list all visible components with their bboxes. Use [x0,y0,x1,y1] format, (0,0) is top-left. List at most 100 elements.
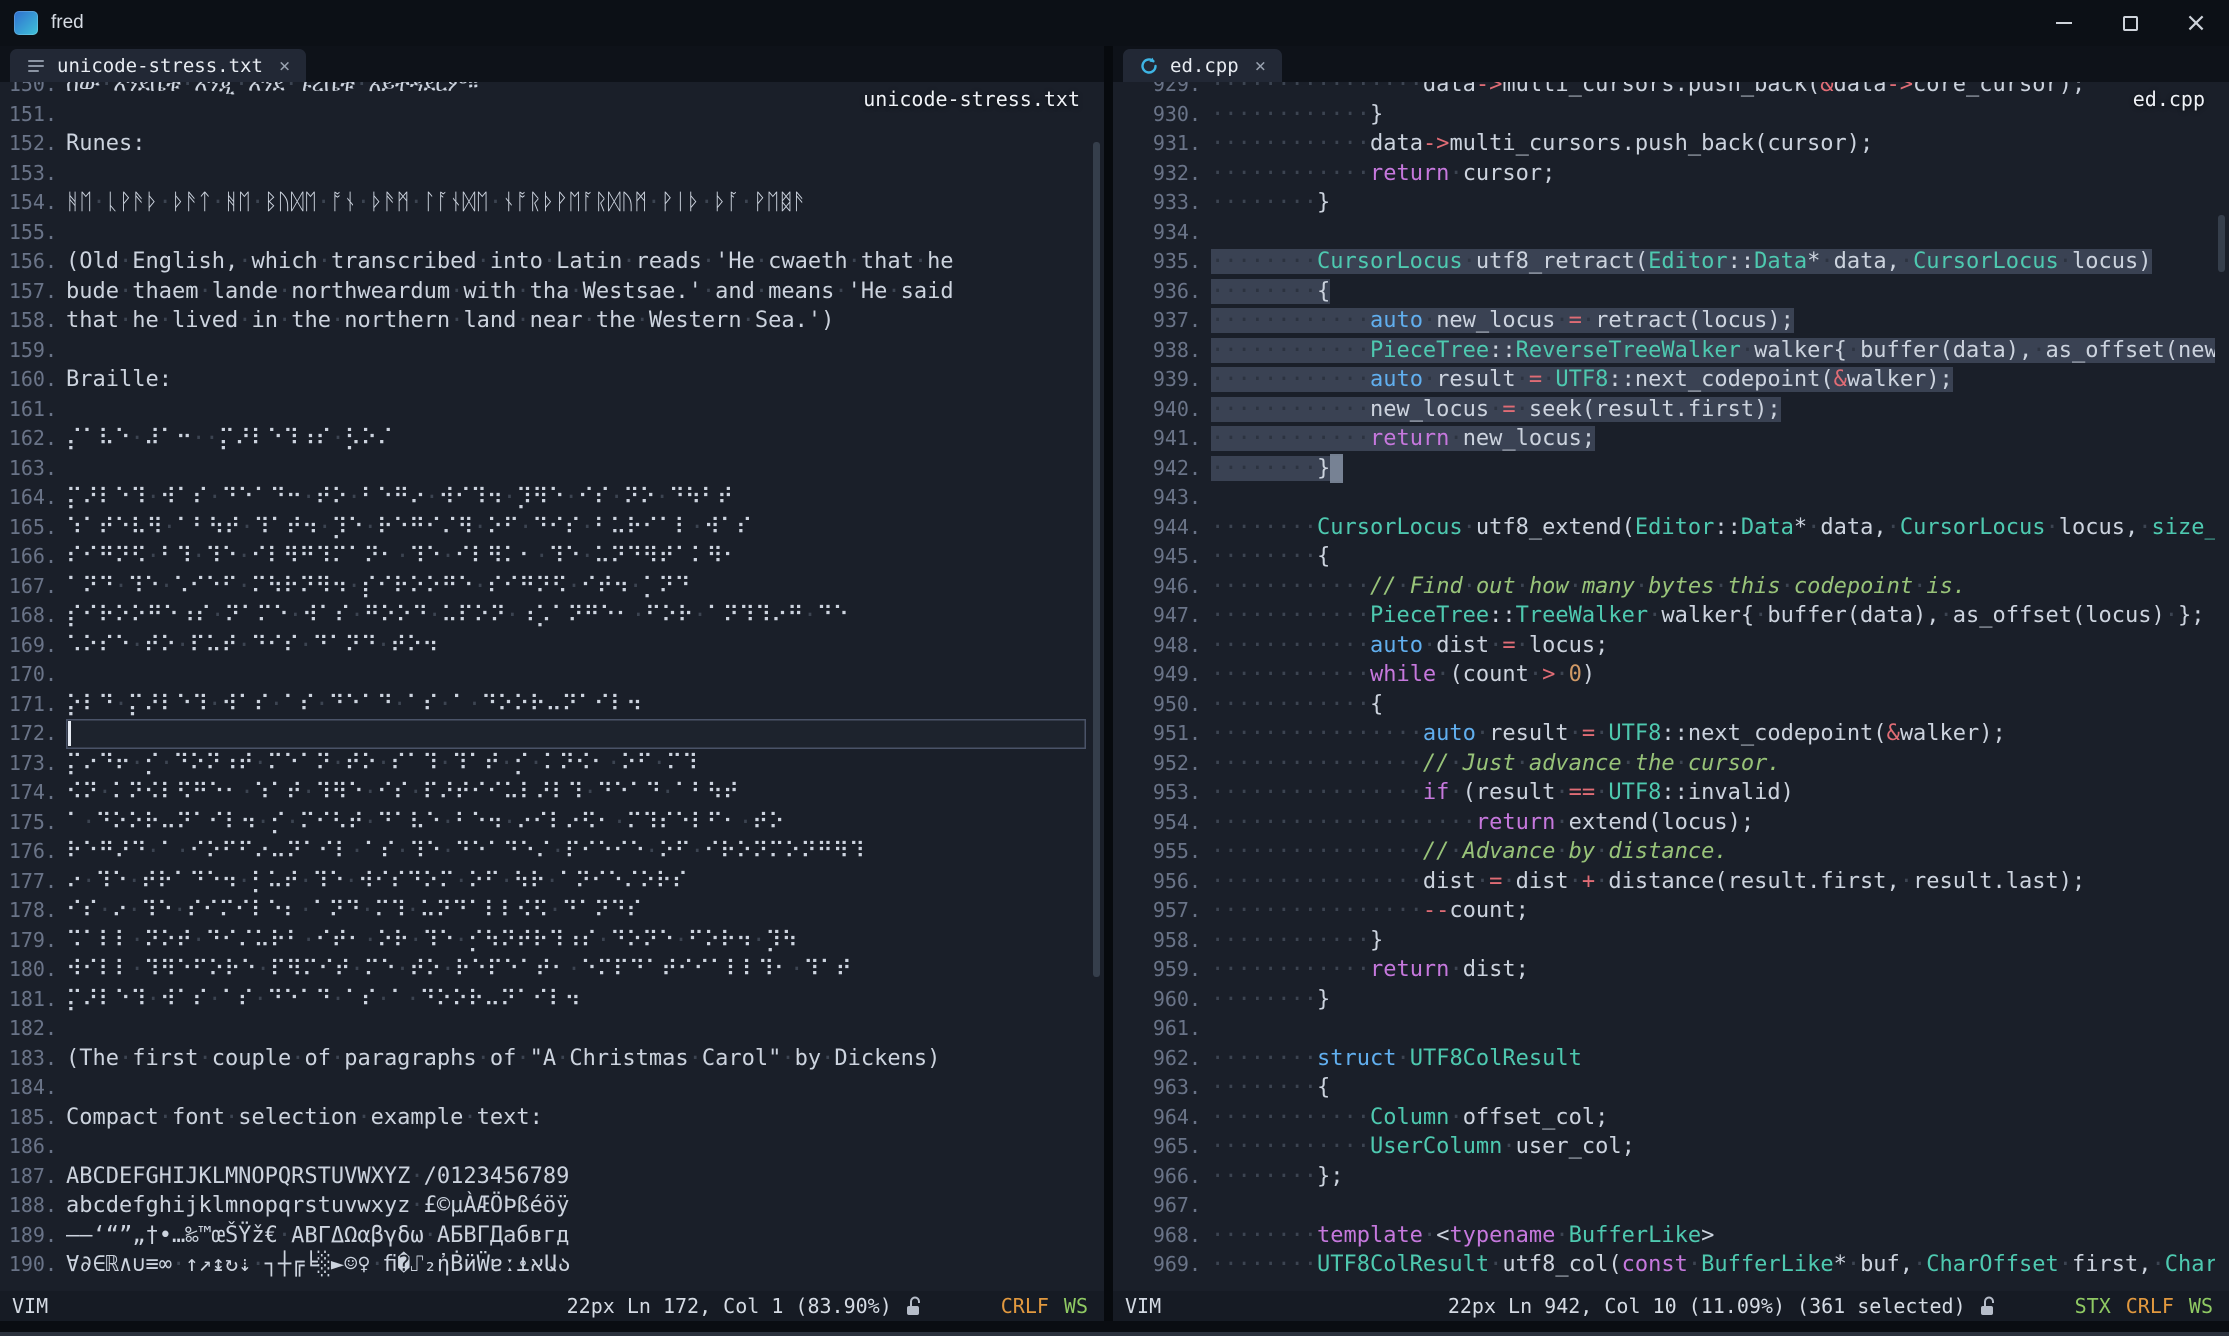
code-line[interactable]: 959.············return·dist; [1113,955,2229,985]
scrollbar-thumb[interactable] [2218,215,2225,272]
code-line[interactable]: 159. [0,336,1104,366]
close-button[interactable]: × [2163,0,2229,46]
pane-splitter[interactable] [1104,46,1113,1321]
code-line[interactable]: 930.············} [1113,100,2229,130]
code-line[interactable]: 157.bude·thaem·lande·northweardum·with·t… [0,277,1104,307]
code-line[interactable]: 154.ᚻᛖ·ᚳᚹᚫᚦ·ᚦᚫᛏ·ᚻᛖ·ᛒᚢᛞᛖ·ᚩᚾ·ᚦᚫᛗ·ᛚᚪᚾᛞᛖ·ᚾᚩᚱ… [0,188,1104,218]
code-line[interactable]: 954.····················return·extend(lo… [1113,808,2229,838]
code-line[interactable]: 938.············PieceTree::ReverseTreeWa… [1113,336,2229,366]
code-line[interactable]: 953.················if·(result·==·UTF8::… [1113,778,2229,808]
tab-ed-cpp[interactable]: ed.cpp × [1123,49,1282,82]
code-line[interactable]: 170. [0,660,1104,690]
code-line[interactable]: 931.············data->multi_cursors.push… [1113,129,2229,159]
code-line[interactable]: 966.········}; [1113,1162,2229,1192]
unlocked-padlock-icon[interactable] [1979,1296,1997,1317]
code-line[interactable]: 952.················//·Just·advance·the·… [1113,749,2229,779]
code-line[interactable]: 935.········CursorLocus·utf8_retract(Edi… [1113,247,2229,277]
code-line[interactable]: 169.⠡⠕⠎⠑·⠞⠕·⠏⠥⠞·⠙⠊⠎·⠙⠁⠝⠙·⠞⠕⠲ [0,631,1104,661]
code-line[interactable]: 967. [1113,1191,2229,1221]
code-line[interactable]: 957.················--count; [1113,896,2229,926]
code-line[interactable]: 190.∀∂∈ℝ∧∪≡∞·↑↗↨↻⇣·┐┼╔╘░►☺♀·ﬁ�⑀₂ἠḂӥẄɐː⍎א… [0,1250,1104,1280]
code-line[interactable]: 944.········CursorLocus·utf8_extend(Edit… [1113,513,2229,543]
code-line[interactable]: 164.⡍⠜⠇⠑⠹·⠺⠁⠎·⠙⠑⠁⠙⠒·⠞⠕·⠃⠑⠛⠔·⠺⠊⠹⠲·⡹⠻⠑·⠊⠎·… [0,483,1104,513]
code-line[interactable]: 163. [0,454,1104,484]
code-line[interactable]: 936.········{ [1113,277,2229,307]
code-line[interactable]: 958.············} [1113,926,2229,956]
code-line[interactable]: 937.············auto·new_locus·=·retract… [1113,306,2229,336]
titlebar[interactable]: fred × [0,0,2229,46]
code-line[interactable]: 158.that·he·lived·in·the·northern·land·n… [0,306,1104,336]
scrollbar-left[interactable] [1090,82,1104,1291]
code-line[interactable]: 171.⡕⠇⠙·⡍⠜⠇⠑⠹·⠺⠁⠎·⠁⠎·⠙⠑⠁⠙·⠁⠎·⠁·⠙⠕⠕⠗⠤⠝⠁⠊⠇… [0,690,1104,720]
code-line[interactable]: 968.········template·<typename·BufferLik… [1113,1221,2229,1251]
code-line[interactable]: 945.········{ [1113,542,2229,572]
code-line[interactable]: 181.⡍⠜⠇⠑⠹·⠺⠁⠎·⠁⠎·⠙⠑⠁⠙·⠁⠎·⠁·⠙⠕⠕⠗⠤⠝⠁⠊⠇⠲ [0,985,1104,1015]
code-line[interactable]: 155. [0,218,1104,248]
code-line[interactable]: 179.⠩⠁⠇⠇·⠝⠕⠞·⠙⠊⠌⠥⠗⠃·⠊⠞⠂·⠕⠗·⠹⠑·⡊⠳⠝⠞⠗⠹⠰⠎·⠙… [0,926,1104,956]
code-line[interactable]: 184. [0,1073,1104,1103]
code-line[interactable]: 933.········} [1113,188,2229,218]
code-line[interactable]: 964.············Column·offset_col; [1113,1103,2229,1133]
code-line[interactable]: 939.············auto·result·=·UTF8::next… [1113,365,2229,395]
code-line[interactable]: 943. [1113,483,2229,513]
code-line[interactable]: 186. [0,1132,1104,1162]
tab-close-icon[interactable]: × [279,55,290,77]
code-line[interactable]: 187.ABCDEFGHIJKLMNOPQRSTUVWXYZ·/01234567… [0,1162,1104,1192]
code-line[interactable]: 956.················dist·=·dist·+·distan… [1113,867,2229,897]
scrollbar-right[interactable] [2215,82,2229,1291]
code-line[interactable]: 951.················auto·result·=·UTF8::… [1113,719,2229,749]
code-line[interactable]: 969.········UTF8ColResult·utf8_col(const… [1113,1250,2229,1280]
code-line[interactable]: 929.················data->multi_cursors.… [1113,82,2229,100]
code-line[interactable]: 182. [0,1014,1104,1044]
code-line[interactable]: 165.⠱⠁⠞⠑⠧⠻·⠁⠃⠳⠞·⠹⠁⠞⠲·⡹⠑·⠗⠑⠛⠊⠌⠻·⠕⠋·⠙⠊⠎·⠃⠥… [0,513,1104,543]
code-line[interactable]: 152.Runes: [0,129,1104,159]
code-line[interactable]: 188.abcdefghijklmnopqrstuvwxyz·£©µÀÆÖÞßé… [0,1191,1104,1221]
minimize-button[interactable] [2031,0,2097,46]
code-line[interactable]: 949.············while·(count·>·0) [1113,660,2229,690]
code-line[interactable]: 960.········} [1113,985,2229,1015]
code-line[interactable]: 167.⠁⠝⠙·⠹⠑·⠡⠊⠑⠋·⠍⠳⠗⠝⠻⠲·⡎⠊⠗⠕⠕⠛⠑·⠎⠊⠛⠝⠫·⠊⠞⠲… [0,572,1104,602]
code-line[interactable]: 942.········} [1113,454,2229,484]
code-line[interactable]: 950.············{ [1113,690,2229,720]
text-editor-ed-cpp[interactable]: ed.cpp 929.················data->multi_c… [1113,82,2229,1291]
code-line[interactable]: 962.········struct·UTF8ColResult [1113,1044,2229,1074]
code-line[interactable]: 932.············return·cursor; [1113,159,2229,189]
code-line[interactable]: 173.⡍⠔⠙⠖·⡊·⠙⠕⠝⠰⠞·⠍⠑⠁⠝·⠞⠕·⠎⠁⠹·⠹⠁⠞·⡊·⠅⠝⠪⠂·… [0,749,1104,779]
status-flag-crlf[interactable]: CRLF [1001,1294,1049,1318]
code-line[interactable]: 156.(Old·English,·which·transcribed·into… [0,247,1104,277]
code-line[interactable]: 947.············PieceTree::TreeWalker·wa… [1113,601,2229,631]
code-line[interactable]: 162.⡌⠁⠧⠑·⠼⠁⠒··⡍⠜⠇⠑⠹⠰⠎·⡣⠕⠌ [0,424,1104,454]
code-line[interactable]: 161. [0,395,1104,425]
maximize-button[interactable] [2097,0,2163,46]
status-flag-ws[interactable]: WS [1064,1294,1088,1318]
code-line[interactable]: 189.–—‘“”„†•…‰™œŠŸž€·ΑΒΓΔΩαβγδω·АБВГДабв… [0,1221,1104,1251]
code-line[interactable]: 180.⠺⠊⠇⠇·⠹⠻⠑⠋⠕⠗⠑·⠏⠻⠍⠊⠞·⠍⠑·⠞⠕·⠗⠑⠏⠑⠁⠞⠂·⠑⠍⠏… [0,955,1104,985]
code-line[interactable]: 948.············auto·dist·=·locus; [1113,631,2229,661]
text-editor-unicode-stress[interactable]: unicode-stress.txt 150.ሰው·እንደቤቱ·እንጂ·እንደ·… [0,82,1104,1291]
code-line[interactable]: 178.⠊⠎·⠔·⠹⠑·⠎⠊⠍⠊⠇⠑⠆·⠁⠝⠙·⠍⠹·⠥⠝⠙⠁⠇⠇⠪⠫·⠙⠁⠝⠙… [0,896,1104,926]
code-line[interactable]: 941.············return·new_locus; [1113,424,2229,454]
code-line[interactable]: 172. [0,719,1104,749]
code-line[interactable]: 174.⠪⠝·⠅⠝⠪⠇⠫⠛⠑⠂·⠱⠁⠞·⠹⠻⠑·⠊⠎·⠏⠜⠞⠊⠊⠥⠇⠜⠇⠹·⠙⠑… [0,778,1104,808]
code-line[interactable]: 946.············//·Find·out·how·many·byt… [1113,572,2229,602]
code-line[interactable]: 166.⠎⠊⠛⠝⠫·⠃⠹·⠹⠑·⠊⠇⠻⠛⠹⠍⠁⠝⠂·⠹⠑·⠊⠇⠻⠅⠂·⠹⠑·⠥⠝… [0,542,1104,572]
status-flag-ws[interactable]: WS [2189,1294,2213,1318]
code-line[interactable]: 153. [0,159,1104,189]
code-line[interactable]: 183.(The·first·couple·of·paragraphs·of·"… [0,1044,1104,1074]
code-line[interactable]: 185.Compact·font·selection·example·text: [0,1103,1104,1133]
scrollbar-thumb[interactable] [1093,142,1100,976]
status-flag-crlf[interactable]: CRLF [2126,1294,2174,1318]
code-line[interactable]: 940.············new_locus·=·seek(result.… [1113,395,2229,425]
code-line[interactable]: 963.········{ [1113,1073,2229,1103]
code-line[interactable]: 177.⠔·⠹⠑·⠞⠗⠁⠙⠑⠲·⡃⠥⠞·⠹⠑·⠺⠊⠎⠙⠕⠍·⠕⠋·⠳⠗·⠁⠝⠊⠑… [0,867,1104,897]
code-line[interactable]: 961. [1113,1014,2229,1044]
code-line[interactable]: 955.················//·Advance·by·distan… [1113,837,2229,867]
status-flag-stx[interactable]: STX [2075,1294,2111,1318]
code-line[interactable]: 175.⠁·⠙⠕⠕⠗⠤⠝⠁⠊⠇⠲·⡊·⠍⠊⠣⠞·⠙⠁⠧⠑·⠃⠑⠲·⠔⠊⠇⠔⠫⠂·… [0,808,1104,838]
code-line[interactable]: 965.············UserColumn·user_col; [1113,1132,2229,1162]
code-line[interactable]: 168.⡎⠊⠗⠕⠕⠛⠑⠰⠎·⠝⠁⠍⠑·⠺⠁⠎·⠛⠕⠕⠙·⠥⠏⠕⠝·⠰⡡⠁⠝⠛⠑⠂… [0,601,1104,631]
code-line[interactable]: 934. [1113,218,2229,248]
unlocked-padlock-icon[interactable] [905,1296,923,1317]
code-line[interactable]: 176.⠗⠑⠛⠜⠙·⠁·⠊⠕⠋⠋⠔⠤⠝⠁⠊⠇·⠁⠎·⠹⠑·⠙⠑⠁⠙⠑⠌·⠏⠊⠑⠊… [0,837,1104,867]
tab-close-icon[interactable]: × [1255,55,1266,77]
